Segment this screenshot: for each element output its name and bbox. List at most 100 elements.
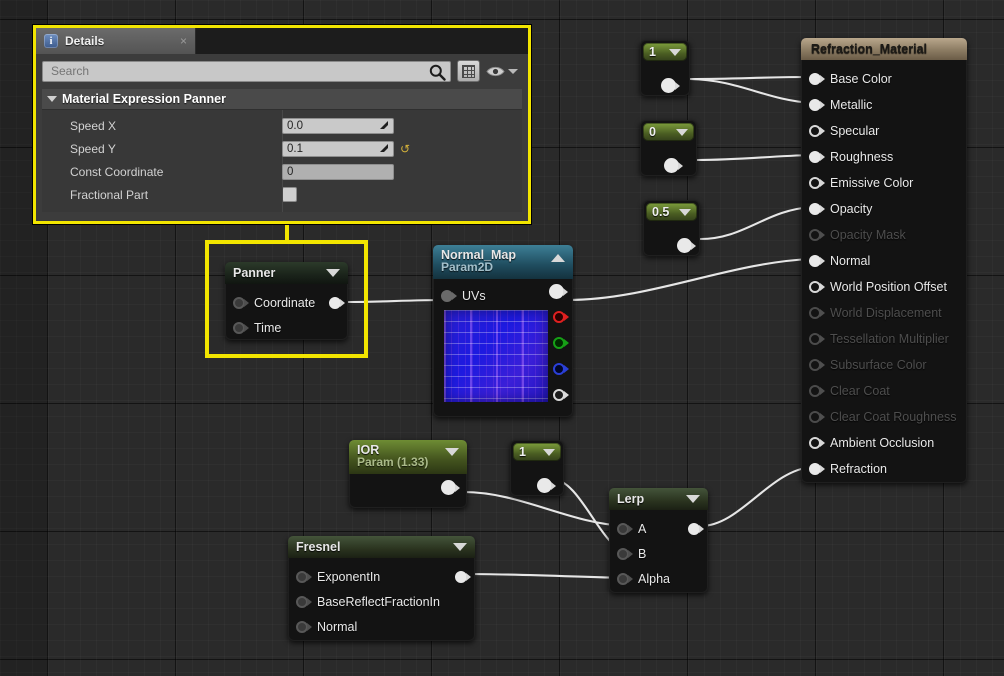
property-value-field[interactable]: 0 [282,163,394,180]
spinner-drag-icon[interactable] [379,120,390,131]
material-input-row[interactable]: Refraction [801,456,967,482]
caret-down-icon[interactable] [676,128,688,136]
search-input[interactable] [49,63,444,79]
pin-row[interactable]: BaseReflectFractionIn [288,589,475,614]
category-header[interactable]: Material Expression Panner [42,89,522,110]
grid-view-button[interactable] [457,60,480,82]
material-input-row[interactable]: Clear Coat Roughness [801,404,967,430]
caret-down-icon[interactable] [326,269,340,277]
material-input-row[interactable]: Roughness [801,144,967,170]
pin-row[interactable]: A [609,516,708,541]
details-panel[interactable]: Details × Material Expression Panner Spe… [33,25,531,224]
input-pin-coordinate[interactable] [233,296,245,309]
const-header[interactable]: 1 [643,43,687,61]
search-icon[interactable] [429,64,446,81]
node-const-05[interactable]: 0.5 [643,200,700,256]
input-pin-roughness[interactable] [809,151,821,163]
output-pin[interactable] [441,480,456,496]
input-pin-clear-coat[interactable] [809,385,821,397]
pin-row[interactable]: Coordinate [225,290,348,315]
input-pin-world-position-offset[interactable] [809,281,821,293]
node-const-1-top[interactable]: 1 [640,40,690,96]
const-header[interactable]: 0 [643,123,694,141]
material-input-row[interactable]: Emissive Color [801,170,967,196]
material-input-row[interactable]: Specular [801,118,967,144]
node-header[interactable]: Normal_Map Param2D [433,245,573,280]
reset-arrow-icon[interactable]: ↺ [400,142,410,156]
triangle-down-icon[interactable] [47,96,57,102]
output-pin[interactable] [537,478,552,493]
node-header[interactable]: Fresnel [288,536,475,558]
material-input-row[interactable]: Base Color [801,66,967,92]
input-pin-subsurface-color[interactable] [809,359,821,371]
node-refraction-material[interactable]: Refraction_Material Base Color Metallic Sp… [801,38,967,483]
search-input-wrap[interactable] [42,60,451,82]
material-input-row[interactable]: Subsurface Color [801,352,967,378]
close-icon[interactable]: × [180,34,187,48]
output-pin-b[interactable] [553,363,565,376]
visibility-button[interactable] [486,65,520,78]
material-input-row[interactable]: Opacity Mask [801,222,967,248]
node-const-1-lerp[interactable]: 1 [510,440,564,496]
input-pin-time[interactable] [233,321,245,334]
material-input-row[interactable]: World Position Offset [801,274,967,300]
caret-down-icon[interactable] [543,448,555,456]
output-pin[interactable] [664,158,679,173]
caret-up-icon[interactable] [551,254,565,262]
output-pin[interactable] [661,78,676,93]
input-pin-metallic[interactable] [809,99,821,111]
node-ior[interactable]: IOR Param (1.33) [349,440,467,508]
input-pin-opacity-mask[interactable] [809,229,821,241]
output-pin-r[interactable] [553,311,565,324]
const-header[interactable]: 0.5 [646,203,697,221]
material-input-row[interactable]: Clear Coat [801,378,967,404]
input-pin-clear-coat-roughness[interactable] [809,411,821,423]
spinner-drag-icon[interactable] [379,143,390,154]
output-pin[interactable] [455,570,467,583]
node-header[interactable]: Refraction_Material [801,38,967,60]
caret-down-icon[interactable] [686,495,700,503]
input-pin-emissive-color[interactable] [809,177,821,189]
material-input-row[interactable]: Ambient Occlusion [801,430,967,456]
tab-details[interactable]: Details × [36,28,196,54]
material-input-row[interactable]: Normal [801,248,967,274]
output-pin[interactable] [329,296,341,309]
const-header[interactable]: 1 [513,443,561,461]
input-pin-uvs[interactable] [441,289,453,302]
input-pin-a[interactable] [617,522,629,535]
pin-row[interactable]: B [609,541,708,566]
output-pin-a[interactable] [553,389,565,402]
property-value-field[interactable]: 0.1 [282,140,394,157]
caret-down-icon[interactable] [453,543,467,551]
node-lerp[interactable]: Lerp A B Alpha [609,488,708,593]
pin-row[interactable]: ExponentIn [288,564,475,589]
node-fresnel[interactable]: Fresnel ExponentIn BaseReflectFractionIn… [288,536,475,641]
input-pin-basereflectfractionin[interactable] [296,595,308,608]
material-input-row[interactable]: Metallic [801,92,967,118]
input-pin-b[interactable] [617,547,629,560]
caret-down-icon[interactable] [679,208,691,216]
property-checkbox[interactable] [282,187,297,202]
material-input-row[interactable]: Tessellation Multiplier [801,326,967,352]
input-pin-alpha[interactable] [617,572,629,585]
node-header[interactable]: Panner [225,262,348,284]
input-pin-normal[interactable] [809,255,821,267]
chevron-down-icon[interactable] [508,68,518,74]
input-pin-ambient-occlusion[interactable] [809,437,821,449]
input-pin-world-displacement[interactable] [809,307,821,319]
input-pin-base-color[interactable] [809,73,821,85]
pin-row[interactable]: Normal [288,614,475,639]
material-input-row[interactable]: Opacity [801,196,967,222]
node-header[interactable]: Lerp [609,488,708,510]
input-pin-opacity[interactable] [809,203,821,215]
input-pin-refraction[interactable] [809,463,821,475]
pin-row[interactable]: Alpha [609,566,708,591]
input-pin-normal[interactable] [296,620,308,633]
caret-down-icon[interactable] [445,448,459,456]
input-pin-tessellation-multiplier[interactable] [809,333,821,345]
output-pin-g[interactable] [553,337,565,350]
output-pin[interactable] [677,238,692,253]
node-panner[interactable]: Panner Coordinate Time [225,262,348,340]
node-const-0[interactable]: 0 [640,120,697,176]
eye-visibility-icon[interactable] [486,65,505,78]
